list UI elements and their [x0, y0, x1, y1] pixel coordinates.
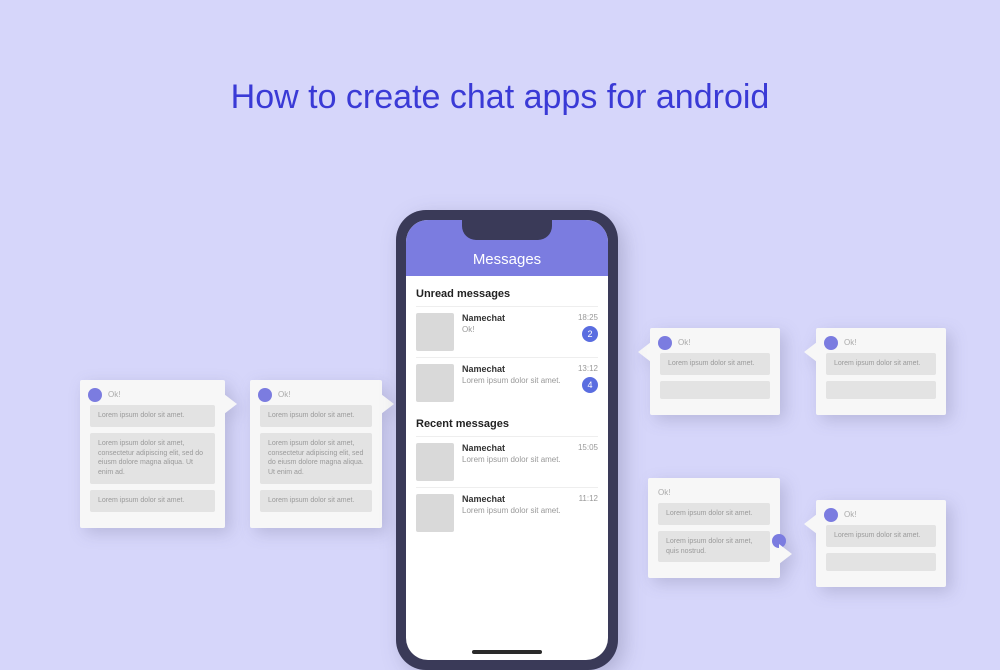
bubble-header: Ok! [260, 390, 372, 399]
bubble-header: Ok! [826, 338, 936, 347]
text-block: Lorem ipsum dolor sit amet. [658, 503, 770, 525]
dot-icon [258, 388, 272, 402]
chat-name: Namechat [462, 364, 570, 374]
text-block: Lorem ipsum dolor sit amet. [260, 405, 372, 427]
app-title: Messages [473, 251, 541, 268]
chat-bubble-card: Ok! Lorem ipsum dolor sit amet. Lorem ip… [80, 380, 225, 528]
dot-icon [824, 336, 838, 350]
dot-icon [658, 336, 672, 350]
bubble-header: Ok! [658, 488, 770, 497]
phone-notch-icon [462, 220, 552, 240]
avatar [416, 443, 454, 481]
chat-preview: Lorem ipsum dolor sit amet. [462, 376, 570, 386]
chat-row[interactable]: Namechat Lorem ipsum dolor sit amet. 13:… [416, 357, 598, 408]
bubble-header: Ok! [660, 338, 770, 347]
dot-icon [88, 388, 102, 402]
text-block: Lorem ipsum dolor sit amet. [660, 353, 770, 375]
chat-time: 11:12 [579, 494, 598, 503]
chat-name: Namechat [462, 494, 571, 504]
phone-screen: Messages Unread messages Namechat Ok! 18… [406, 220, 608, 660]
chat-name: Namechat [462, 313, 570, 323]
page-title: How to create chat apps for android [0, 78, 1000, 117]
dot-icon [824, 508, 838, 522]
text-block: Lorem ipsum dolor sit amet. [90, 490, 215, 512]
chat-row[interactable]: Namechat Lorem ipsum dolor sit amet. 11:… [416, 487, 598, 538]
text-block: Lorem ipsum dolor sit amet, quis nostrud… [658, 531, 770, 563]
phone-mockup: Messages Unread messages Namechat Ok! 18… [396, 210, 618, 670]
text-block: Lorem ipsum dolor sit amet. [826, 525, 936, 547]
chat-bubble-card: Ok! Lorem ipsum dolor sit amet. Lorem ip… [648, 478, 780, 578]
text-block [660, 381, 770, 399]
text-block: Lorem ipsum dolor sit amet, consectetur … [90, 433, 215, 484]
avatar [416, 313, 454, 351]
bubble-header: Ok! [90, 390, 215, 399]
chat-name: Namechat [462, 443, 570, 453]
chat-row[interactable]: Namechat Ok! 18:25 2 [416, 306, 598, 357]
chat-row[interactable]: Namechat Lorem ipsum dolor sit amet. 15:… [416, 436, 598, 487]
text-block: Lorem ipsum dolor sit amet. [260, 490, 372, 512]
chat-time: 15:05 [578, 443, 598, 452]
bubble-tail-icon [804, 342, 817, 362]
chat-time: 18:25 [578, 313, 598, 322]
text-block [826, 381, 936, 399]
bubble-tail-icon [638, 342, 651, 362]
text-block [826, 553, 936, 571]
home-indicator-icon [472, 650, 542, 654]
chat-preview: Lorem ipsum dolor sit amet. [462, 455, 570, 465]
avatar [416, 494, 454, 532]
bubble-tail-icon [779, 544, 792, 564]
text-block: Lorem ipsum dolor sit amet. [90, 405, 215, 427]
bubble-tail-icon [804, 514, 817, 534]
chat-bubble-card: Ok! Lorem ipsum dolor sit amet. [816, 500, 946, 587]
chat-bubble-card: Ok! Lorem ipsum dolor sit amet. [816, 328, 946, 415]
avatar [416, 364, 454, 402]
chat-preview: Lorem ipsum dolor sit amet. [462, 506, 571, 516]
app-body: Unread messages Namechat Ok! 18:25 2 Nam… [406, 276, 608, 546]
chat-preview: Ok! [462, 325, 570, 335]
unread-badge: 2 [582, 326, 598, 342]
section-heading-recent: Recent messages [416, 418, 598, 430]
section-heading-unread: Unread messages [416, 288, 598, 300]
chat-bubble-card: Ok! Lorem ipsum dolor sit amet. Lorem ip… [250, 380, 382, 528]
bubble-header: Ok! [826, 510, 936, 519]
unread-badge: 4 [582, 377, 598, 393]
text-block: Lorem ipsum dolor sit amet. [826, 353, 936, 375]
bubble-tail-icon [224, 394, 237, 414]
bubble-tail-icon [381, 394, 394, 414]
text-block: Lorem ipsum dolor sit amet, consectetur … [260, 433, 372, 484]
chat-bubble-card: Ok! Lorem ipsum dolor sit amet. [650, 328, 780, 415]
chat-time: 13:12 [578, 364, 598, 373]
